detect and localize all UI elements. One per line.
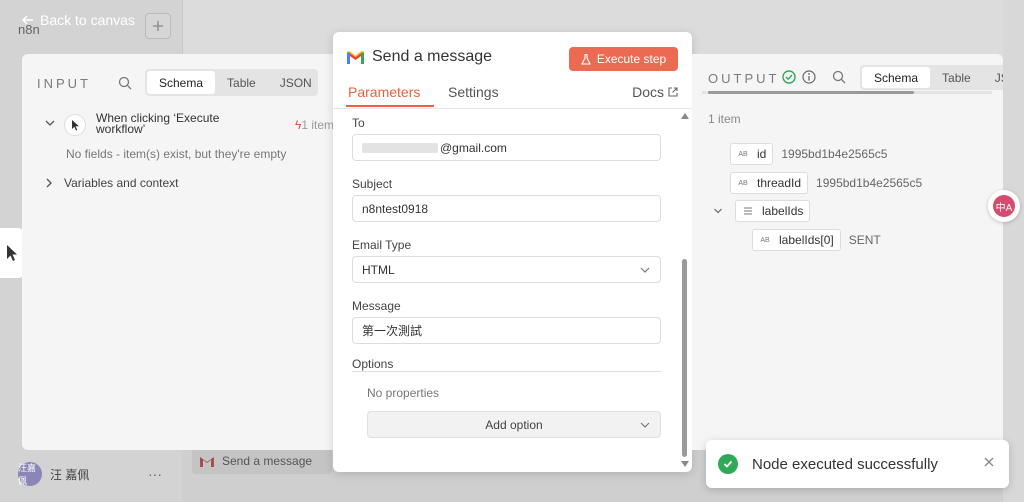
trigger-item-count: ϟ1 item xyxy=(294,118,334,132)
user-profile[interactable]: 汪嘉佩 汪 嘉佩 ··· xyxy=(18,462,162,486)
back-to-canvas-link[interactable]: Back to canvas xyxy=(22,12,135,28)
add-node-button[interactable] xyxy=(145,13,171,39)
toast-message: Node executed successfully xyxy=(752,455,938,473)
translate-icon: 中A xyxy=(993,195,1015,217)
scrollbar-thumb[interactable] xyxy=(682,259,687,457)
node-parameters-body: To @gmail.com Subject n8ntest0918 Email … xyxy=(333,109,692,472)
to-field[interactable]: @gmail.com xyxy=(352,134,661,161)
node-settings-panel: Send a message Execute step Parameters S… xyxy=(333,32,692,472)
schema-value: SENT xyxy=(848,233,881,247)
output-tabs-scrollbar[interactable] xyxy=(702,91,992,94)
subject-label: Subject xyxy=(352,177,393,191)
message-label: Message xyxy=(352,299,401,313)
trigger-node-row[interactable]: When clicking ‘Execute workflow’ ϟ1 item xyxy=(44,112,334,138)
cursor-icon xyxy=(7,245,17,261)
string-type-icon: AB xyxy=(738,150,748,158)
to-label: To xyxy=(352,116,365,130)
user-menu-icon[interactable]: ··· xyxy=(148,466,162,482)
success-check-icon xyxy=(718,454,738,474)
output-panel: OUTPUT Schema Table JS 1 item ABid 1995b… xyxy=(692,54,1003,450)
scrollbar-thumb[interactable] xyxy=(708,91,914,94)
chevron-down-icon[interactable] xyxy=(44,117,56,129)
canvas-pointer-tab[interactable] xyxy=(0,228,24,278)
schema-key-pill[interactable]: AB threadId xyxy=(730,172,809,194)
output-items-count: 1 item xyxy=(708,112,741,126)
scroll-up-icon[interactable] xyxy=(681,113,689,119)
schema-row-id[interactable]: AB id 1995bd1b4e2565c5 xyxy=(730,143,887,165)
schema-value: 1995bd1b4e2565c5 xyxy=(781,147,888,161)
no-properties-text: No properties xyxy=(367,386,440,400)
docs-link[interactable]: Docs xyxy=(632,84,678,100)
add-option-select[interactable]: Add option xyxy=(367,411,661,438)
gmail-icon xyxy=(200,456,214,467)
options-divider xyxy=(352,371,661,372)
list-icon xyxy=(744,207,752,215)
back-to-canvas-label: Back to canvas xyxy=(40,12,135,28)
translate-extension-button[interactable]: 中A xyxy=(988,190,1020,222)
tab-parameters[interactable]: Parameters xyxy=(348,84,420,100)
subject-field[interactable]: n8ntest0918 xyxy=(352,195,661,222)
schema-row-labelids-0[interactable]: AB labelIds[0] SENT xyxy=(752,229,881,251)
docs-label: Docs xyxy=(632,84,664,100)
node-title-row: Send a message xyxy=(347,48,492,66)
node-panel-header: Send a message Execute step Parameters S… xyxy=(333,32,692,109)
chevron-down-icon xyxy=(640,422,650,428)
external-link-icon xyxy=(668,87,678,97)
input-tab-schema[interactable]: Schema xyxy=(147,71,216,94)
plus-icon xyxy=(153,21,163,31)
chevron-right-icon xyxy=(46,178,52,188)
execute-step-label: Execute step xyxy=(596,52,667,66)
message-field[interactable]: 第一次測試 xyxy=(352,317,661,344)
variables-context-label: Variables and context xyxy=(64,176,179,190)
canvas-right-edge xyxy=(1003,0,1024,502)
active-tab-indicator xyxy=(346,105,434,107)
arrow-left-icon xyxy=(22,15,33,25)
user-name: 汪 嘉佩 xyxy=(50,467,90,482)
email-type-select[interactable]: HTML xyxy=(352,256,661,283)
trigger-pointer-icon xyxy=(64,114,86,136)
string-type-icon: AB xyxy=(760,236,770,244)
output-view-tabs: Schema Table JS xyxy=(860,65,1003,90)
no-fields-text: No fields - item(s) exist, but they're e… xyxy=(66,147,287,161)
output-tab-table[interactable]: Table xyxy=(930,67,983,88)
output-tab-json[interactable]: JS xyxy=(983,67,1003,88)
parameters-scrollbar[interactable] xyxy=(680,109,689,472)
close-icon[interactable] xyxy=(983,456,995,468)
avatar: 汪嘉佩 xyxy=(18,462,42,486)
schema-key-pill[interactable]: AB id xyxy=(730,143,774,165)
schema-row-labelids[interactable]: labelIds xyxy=(713,200,811,222)
canvas-node-label: Send a message xyxy=(222,454,313,468)
scroll-down-icon[interactable] xyxy=(681,461,689,467)
info-icon[interactable] xyxy=(801,69,817,85)
options-label: Options xyxy=(352,357,394,371)
email-type-label: Email Type xyxy=(352,238,412,252)
output-panel-title: OUTPUT xyxy=(708,71,780,86)
schema-key-pill[interactable]: labelIds xyxy=(735,200,811,222)
execute-step-button[interactable]: Execute step xyxy=(569,47,678,71)
node-title[interactable]: Send a message xyxy=(372,48,492,66)
success-toast: Node executed successfully xyxy=(706,440,1009,488)
flask-icon xyxy=(580,53,591,65)
output-search-icon[interactable] xyxy=(831,69,847,85)
canvas-node-send-message[interactable]: Send a message xyxy=(192,448,332,474)
input-panel-title: INPUT xyxy=(37,76,91,91)
chevron-down-icon xyxy=(640,267,650,273)
chevron-down-icon[interactable] xyxy=(713,206,723,216)
input-search-icon[interactable] xyxy=(116,74,134,92)
trigger-title: When clicking ‘Execute workflow’ xyxy=(96,111,220,136)
gmail-icon xyxy=(347,50,364,64)
input-panel: INPUT Schema Table JSON When clicking ‘E… xyxy=(22,54,340,450)
string-type-icon: AB xyxy=(738,179,748,187)
tab-settings[interactable]: Settings xyxy=(448,84,499,100)
input-view-tabs: Schema Table JSON xyxy=(145,69,318,96)
schema-row-threadid[interactable]: AB threadId 1995bd1b4e2565c5 xyxy=(730,172,922,194)
input-tab-table[interactable]: Table xyxy=(215,71,268,94)
output-tab-schema[interactable]: Schema xyxy=(862,67,931,88)
variables-context-row[interactable]: Variables and context xyxy=(44,176,179,190)
success-check-icon xyxy=(781,69,797,85)
schema-key-pill[interactable]: AB labelIds[0] xyxy=(752,229,841,251)
redacted-email-user xyxy=(362,142,438,153)
schema-value: 1995bd1b4e2565c5 xyxy=(816,176,923,190)
input-tab-json[interactable]: JSON xyxy=(268,71,324,94)
